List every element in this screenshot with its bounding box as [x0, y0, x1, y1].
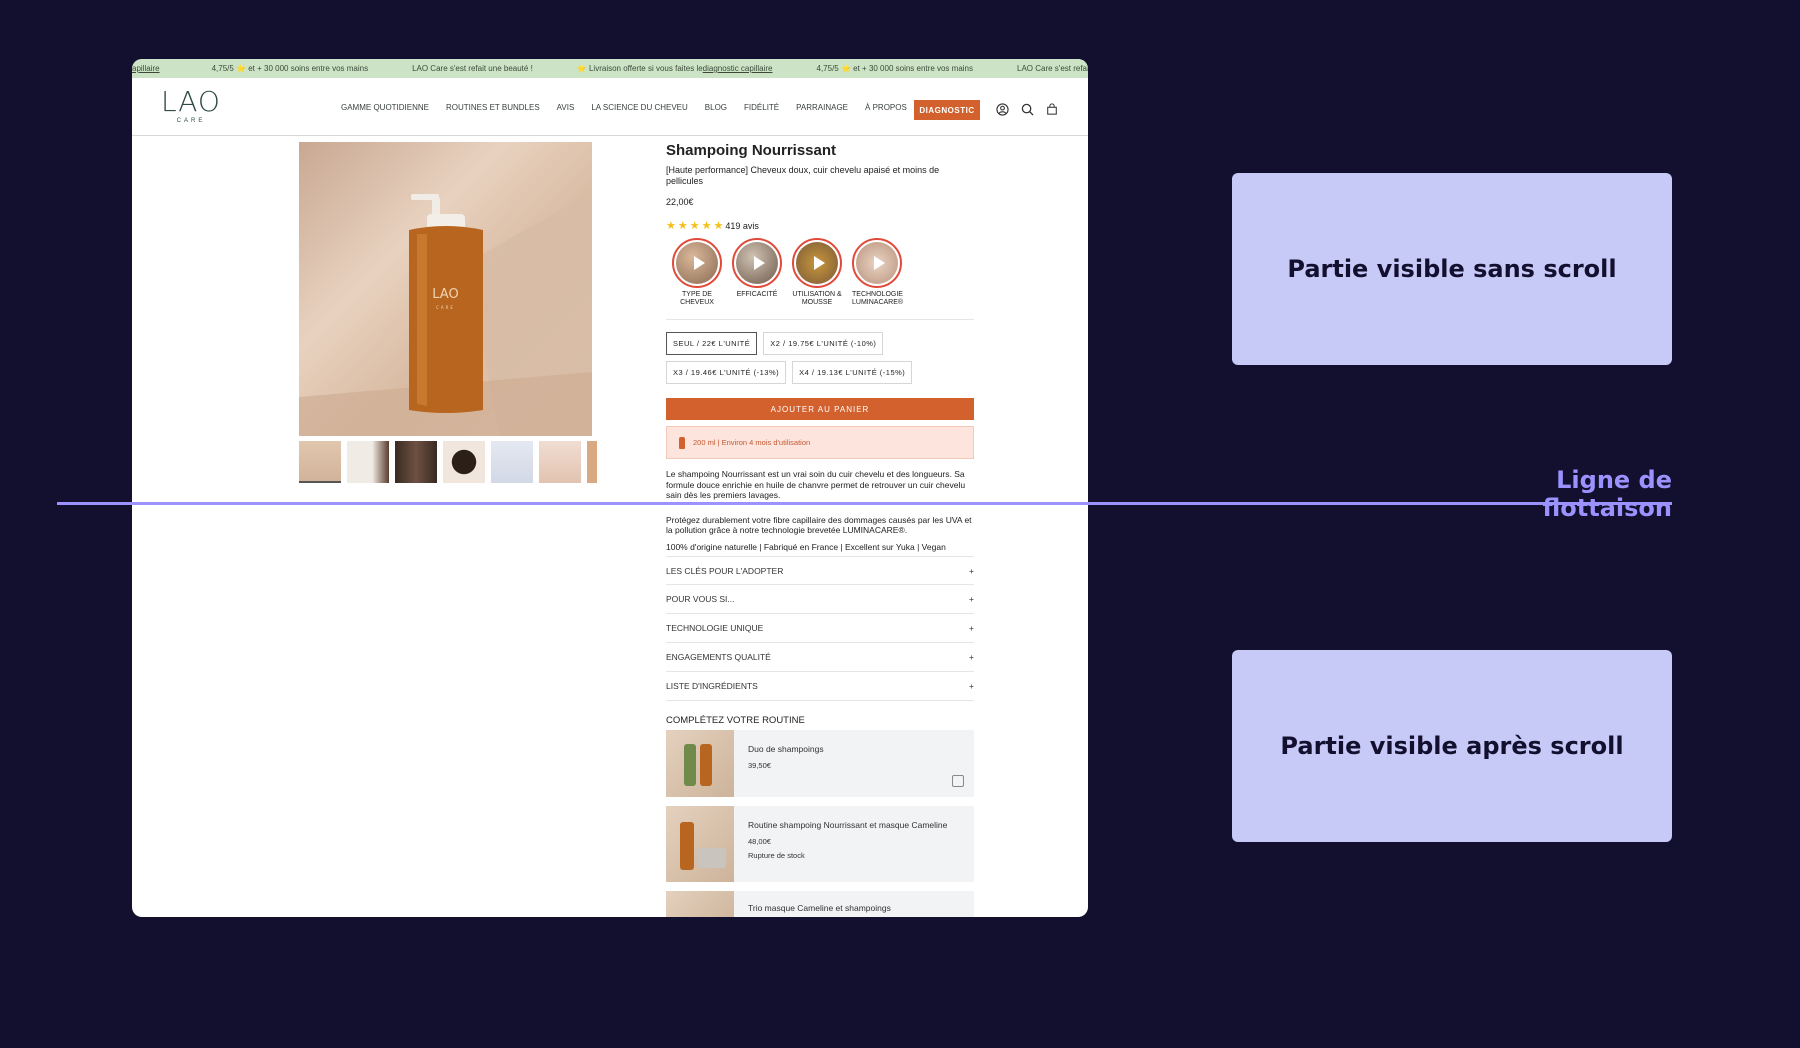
- nav-avis[interactable]: AVIS: [557, 103, 575, 112]
- nav-parrainage[interactable]: PARRAINAGE: [796, 103, 848, 112]
- bottle-label: LAO CARE: [432, 287, 459, 310]
- accordion-cles[interactable]: LES CLÉS POUR L'ADOPTER +: [666, 556, 974, 585]
- play-icon: [873, 256, 885, 270]
- description-2: Protégez durablement votre fibre capilla…: [666, 514, 972, 536]
- main-nav: GAMME QUOTIDIENNE ROUTINES ET BUNDLES AV…: [341, 103, 907, 112]
- ticker-item: LAO Care s'est refait u: [1017, 64, 1088, 73]
- thumbnail-7[interactable]: [587, 441, 597, 483]
- routine-item-price: 48,00€: [748, 836, 771, 846]
- below-fold-zone: Partie visible après scroll: [1232, 650, 1672, 842]
- accordion-engagements[interactable]: ENGAGEMENTS QUALITÉ +: [666, 643, 974, 672]
- routine-item[interactable]: Routine shampoing Nourrissant et masque …: [666, 806, 974, 882]
- star-icon: ★: [713, 220, 724, 232]
- account-icon[interactable]: [994, 101, 1010, 117]
- routine-title: COMPLÉTEZ VOTRE ROUTINE: [666, 715, 805, 726]
- story-type-cheveux[interactable]: TYPE DE CHEVEUX: [672, 238, 722, 307]
- nav-routines-bundles[interactable]: ROUTINES ET BUNDLES: [446, 103, 540, 112]
- routine-item[interactable]: Trio masque Cameline et shampoings: [666, 891, 974, 917]
- plus-icon: +: [969, 652, 974, 662]
- product-price: 22,00€: [666, 197, 694, 207]
- product-main-image[interactable]: LAO CARE: [299, 142, 592, 436]
- routine-item-image: [666, 730, 734, 797]
- bottle-icon: [679, 436, 685, 449]
- variant-x3[interactable]: X3 / 19.46€ L'UNITÉ (-13%): [666, 361, 787, 384]
- browser-page: apillaire 4,75/5 ⭐ et + 30 000 soins ent…: [132, 59, 1088, 917]
- cart-icon[interactable]: [1044, 101, 1060, 117]
- accordion-ingredients[interactable]: LISTE D'INGRÉDIENTS +: [666, 672, 974, 701]
- review-count: 419 avis: [725, 220, 759, 231]
- routine-item-image: [666, 891, 734, 917]
- variant-x4[interactable]: X4 / 19.13€ L'UNITÉ (-15%): [792, 361, 913, 384]
- routine-item-price: 39,50€: [748, 760, 771, 770]
- play-icon: [813, 256, 825, 270]
- above-fold-zone: Partie visible sans scroll: [1232, 173, 1672, 365]
- product-subtitle: [Haute performance] Cheveux doux, cuir c…: [666, 165, 940, 186]
- ticker-item: LAO Care s'est refait une beauté !: [412, 64, 533, 73]
- star-icon: ★: [701, 220, 712, 232]
- variant-seul[interactable]: SEUL / 22€ L'UNITÉ: [666, 332, 758, 355]
- plus-icon: +: [969, 623, 974, 633]
- plus-icon: +: [969, 594, 974, 604]
- usage-banner: 200 ml | Environ 4 mois d'utilisation: [666, 426, 974, 459]
- thumbnail-4[interactable]: [443, 441, 485, 483]
- description-3: 100% d'origine naturelle | Fabriqué en F…: [666, 541, 946, 552]
- routine-item-name: Duo de shampoings: [748, 744, 824, 754]
- routine-item-name: Routine shampoing Nourrissant et masque …: [748, 820, 948, 830]
- story-efficacite[interactable]: EFFICACITÉ: [732, 238, 782, 307]
- ticker-item: 4,75/5 ⭐ et + 30 000 soins entre vos mai…: [816, 64, 974, 73]
- ticker-item: ⭐ Livraison offerte si vous faites le di…: [576, 64, 773, 73]
- story-technologie[interactable]: TECHNOLOGIE LUMINACARE®: [852, 238, 903, 307]
- star-icon: ★: [677, 220, 688, 232]
- product-accordion: LES CLÉS POUR L'ADOPTER + POUR VOUS SI...…: [666, 556, 974, 701]
- plus-icon: +: [969, 565, 974, 576]
- product-title: Shampoing Nourrissant: [666, 142, 837, 159]
- story-utilisation-mousse[interactable]: UTILISATION & MOUSSE: [792, 238, 842, 307]
- thumbnail-3[interactable]: [395, 441, 437, 483]
- routine-item-image: [666, 806, 734, 882]
- description-1: Le shampoing Nourrissant est un vrai soi…: [666, 469, 966, 500]
- nav-fidelite[interactable]: FIDÉLITÉ: [744, 103, 779, 112]
- product-thumbnails: [299, 441, 597, 483]
- stock-status: Rupture de stock: [748, 851, 805, 860]
- announcement-ticker: apillaire 4,75/5 ⭐ et + 30 000 soins ent…: [132, 59, 1088, 78]
- product-info: Shampoing Nourrissant [Haute performance…: [666, 142, 974, 917]
- add-bag-icon[interactable]: [952, 775, 964, 787]
- routine-item-name: Trio masque Cameline et shampoings: [748, 903, 891, 913]
- fold-line: [57, 502, 1672, 505]
- variant-x2[interactable]: X2 / 19.75€ L'UNITÉ (-10%): [763, 332, 884, 355]
- nav-science-cheveu[interactable]: LA SCIENCE DU CHEVEU: [591, 103, 687, 112]
- play-icon: [753, 256, 765, 270]
- play-icon: [693, 256, 705, 270]
- search-icon[interactable]: [1019, 101, 1035, 117]
- thumbnail-1[interactable]: [299, 441, 341, 483]
- video-stories: TYPE DE CHEVEUX EFFICACITÉ UTILISATION &…: [672, 238, 974, 307]
- accordion-pour-vous[interactable]: POUR VOUS SI... +: [666, 585, 974, 614]
- logo[interactable]: LAO CARE: [159, 88, 223, 125]
- plus-icon: +: [969, 681, 974, 691]
- fold-line-label: Ligne de flottaison: [1542, 466, 1672, 522]
- ticker-item[interactable]: apillaire: [132, 64, 160, 73]
- divider: [666, 319, 974, 320]
- diagnostic-link[interactable]: diagnostic capillaire: [703, 64, 773, 73]
- product-rating[interactable]: ★ ★ ★ ★ ★ 419 avis: [666, 219, 974, 232]
- thumbnail-6[interactable]: [539, 441, 581, 483]
- accordion-technologie[interactable]: TECHNOLOGIE UNIQUE +: [666, 614, 974, 643]
- routine-item[interactable]: Duo de shampoings 39,50€: [666, 730, 974, 797]
- add-to-cart-button[interactable]: AJOUTER AU PANIER: [666, 398, 974, 420]
- nav-gamme-quotidienne[interactable]: GAMME QUOTIDIENNE: [341, 103, 429, 112]
- nav-blog[interactable]: BLOG: [705, 103, 727, 112]
- star-icon: ★: [666, 220, 676, 232]
- ticker-item: 4,75/5 ⭐ et + 30 000 soins entre vos mai…: [211, 64, 369, 73]
- thumbnail-2[interactable]: [347, 441, 389, 483]
- variant-selector: SEUL / 22€ L'UNITÉ X2 / 19.75€ L'UNITÉ (…: [666, 332, 974, 384]
- star-icon: ★: [689, 220, 700, 232]
- nav-a-propos[interactable]: À PROPOS: [865, 103, 907, 112]
- diagnostic-button[interactable]: DIAGNOSTIC: [914, 100, 980, 120]
- thumbnail-5[interactable]: [491, 441, 533, 483]
